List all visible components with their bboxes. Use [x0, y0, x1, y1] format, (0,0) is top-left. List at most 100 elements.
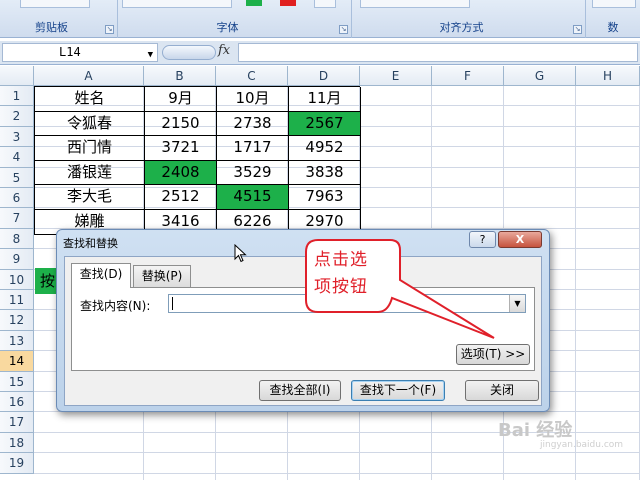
table-cell[interactable]: 3838	[289, 161, 360, 185]
formula-controls: fx	[160, 43, 236, 62]
column-header-b[interactable]: B	[144, 66, 216, 86]
grid-column-line	[575, 86, 576, 480]
dialog-title: 查找和替换	[63, 237, 118, 250]
formula-input[interactable]	[238, 43, 638, 62]
row-header-5[interactable]: 5	[0, 167, 34, 188]
table-cell[interactable]: 2567	[289, 111, 360, 136]
close-button[interactable]: 关闭	[465, 380, 539, 401]
font-name-box[interactable]	[122, 0, 232, 8]
table-header-cell[interactable]: 10月	[217, 87, 288, 111]
formula-bar-resize-handle[interactable]	[162, 45, 216, 60]
table-header-cell[interactable]: 11月	[289, 87, 360, 111]
row-header-1[interactable]: 1	[0, 86, 34, 107]
alignment-group-label: 对齐方式	[439, 21, 484, 34]
ribbon: 剪贴板 ↘ 字体 ↘ 对齐方式 ↘ 数	[0, 0, 640, 38]
row-header-12[interactable]: 12	[0, 310, 34, 331]
table-cell[interactable]: 7963	[289, 185, 360, 209]
find-what-label: 查找内容(N):	[80, 299, 151, 313]
table-header-cell[interactable]: 姓名	[35, 87, 144, 111]
mouse-pointer-icon	[234, 244, 247, 263]
number-format-box[interactable]	[592, 0, 636, 8]
name-box-value: L14	[59, 45, 81, 59]
clipboard-buttons[interactable]	[20, 0, 90, 8]
font-more-button[interactable]	[314, 0, 336, 8]
watermark-logo: Bai 经验	[498, 420, 573, 441]
callout-text: 点击选 项按钮	[314, 247, 394, 301]
table-border	[34, 110, 360, 112]
row-header-11[interactable]: 11	[0, 290, 34, 311]
row-header-17[interactable]: 17	[0, 412, 34, 433]
table-cell[interactable]: 3529	[217, 161, 288, 185]
chevron-down-icon[interactable]: ▼	[509, 295, 525, 312]
help-button[interactable]: ?	[469, 231, 496, 248]
row-header-3[interactable]: 3	[0, 126, 34, 148]
text-caret	[172, 297, 173, 310]
tab-find[interactable]: 查找(D)	[71, 263, 131, 288]
grid-row-line	[34, 472, 640, 474]
column-header-f[interactable]: F	[432, 66, 504, 86]
table-cell[interactable]: 李大毛	[35, 185, 144, 209]
table-header-cell[interactable]: 9月	[145, 87, 216, 111]
name-box[interactable]: L14 ▼	[2, 43, 158, 62]
table-cell[interactable]: 潘银莲	[35, 161, 144, 185]
table-cell[interactable]: 令狐春	[35, 112, 144, 136]
font-launcher-icon[interactable]: ↘	[339, 25, 348, 34]
table-cell[interactable]: 西门情	[35, 136, 144, 160]
row-header-10[interactable]: 10	[0, 269, 34, 290]
font-color-icon[interactable]	[280, 0, 296, 6]
alignment-group: 对齐方式 ↘	[352, 0, 586, 38]
row-header-13[interactable]: 13	[0, 330, 34, 352]
row-header-9[interactable]: 9	[0, 249, 34, 270]
row-header-4[interactable]: 4	[0, 147, 34, 168]
column-header-g[interactable]: G	[504, 66, 576, 86]
table-cell[interactable]: 2738	[217, 112, 288, 136]
row-header-19[interactable]: 19	[0, 453, 34, 474]
table-cell[interactable]: 2512	[145, 185, 216, 209]
find-all-button[interactable]: 查找全部(I)	[259, 380, 341, 401]
row-header-8[interactable]: 8	[0, 228, 34, 250]
row-header-16[interactable]: 16	[0, 392, 34, 413]
column-header-h[interactable]: H	[576, 66, 640, 86]
options-button[interactable]: 选项(T) >>	[456, 344, 530, 365]
table-cell[interactable]: 1717	[217, 136, 288, 160]
insert-function-icon[interactable]: fx	[218, 43, 230, 58]
column-header-d[interactable]: D	[288, 66, 360, 86]
number-group: 数	[586, 0, 640, 38]
table-border	[216, 87, 217, 235]
clipboard-group: 剪贴板 ↘	[0, 0, 118, 38]
row-header-6[interactable]: 6	[0, 188, 34, 209]
alignment-buttons[interactable]	[360, 0, 470, 8]
table-border	[288, 87, 289, 235]
clipboard-launcher-icon[interactable]: ↘	[105, 25, 114, 34]
table-border	[34, 209, 360, 210]
watermark-url: jingyan.baidu.com	[540, 440, 624, 450]
tab-replace[interactable]: 替换(P)	[133, 265, 191, 287]
select-all-corner[interactable]	[0, 66, 34, 86]
table-border	[144, 87, 145, 235]
table-cell[interactable]: 2150	[145, 112, 216, 136]
column-header-c[interactable]: C	[216, 66, 288, 86]
table-cell[interactable]: 4515	[217, 185, 288, 209]
font-group-label: 字体	[216, 21, 239, 34]
row-header-2[interactable]: 2	[0, 106, 34, 127]
row-header-14[interactable]: 14	[0, 351, 34, 372]
find-tab-panel: 查找内容(N): ▼ 选项(T) >>	[71, 287, 535, 371]
partial-cell-a9[interactable]: 按	[35, 268, 57, 294]
dialog-body: 查找(D) 替换(P) 查找内容(N): ▼ 选项(T) >> 查找全部(I) …	[64, 256, 542, 406]
column-header-a[interactable]: A	[34, 66, 144, 86]
callout-line-1: 点击选	[314, 250, 368, 270]
table-cell[interactable]: 2408	[145, 160, 216, 185]
column-header-e[interactable]: E	[360, 66, 432, 86]
table-border	[34, 184, 360, 186]
number-group-label: 数	[607, 21, 619, 34]
find-next-button[interactable]: 查找下一个(F)	[351, 380, 445, 401]
row-header-18[interactable]: 18	[0, 432, 34, 454]
close-x-button[interactable]: X	[498, 231, 542, 248]
table-cell[interactable]: 3721	[145, 136, 216, 160]
table-cell[interactable]: 4952	[289, 136, 360, 160]
row-header-7[interactable]: 7	[0, 208, 34, 229]
row-header-15[interactable]: 15	[0, 371, 34, 392]
alignment-launcher-icon[interactable]: ↘	[573, 25, 582, 34]
fill-color-icon[interactable]	[246, 0, 262, 6]
chevron-down-icon[interactable]: ▼	[148, 47, 153, 64]
